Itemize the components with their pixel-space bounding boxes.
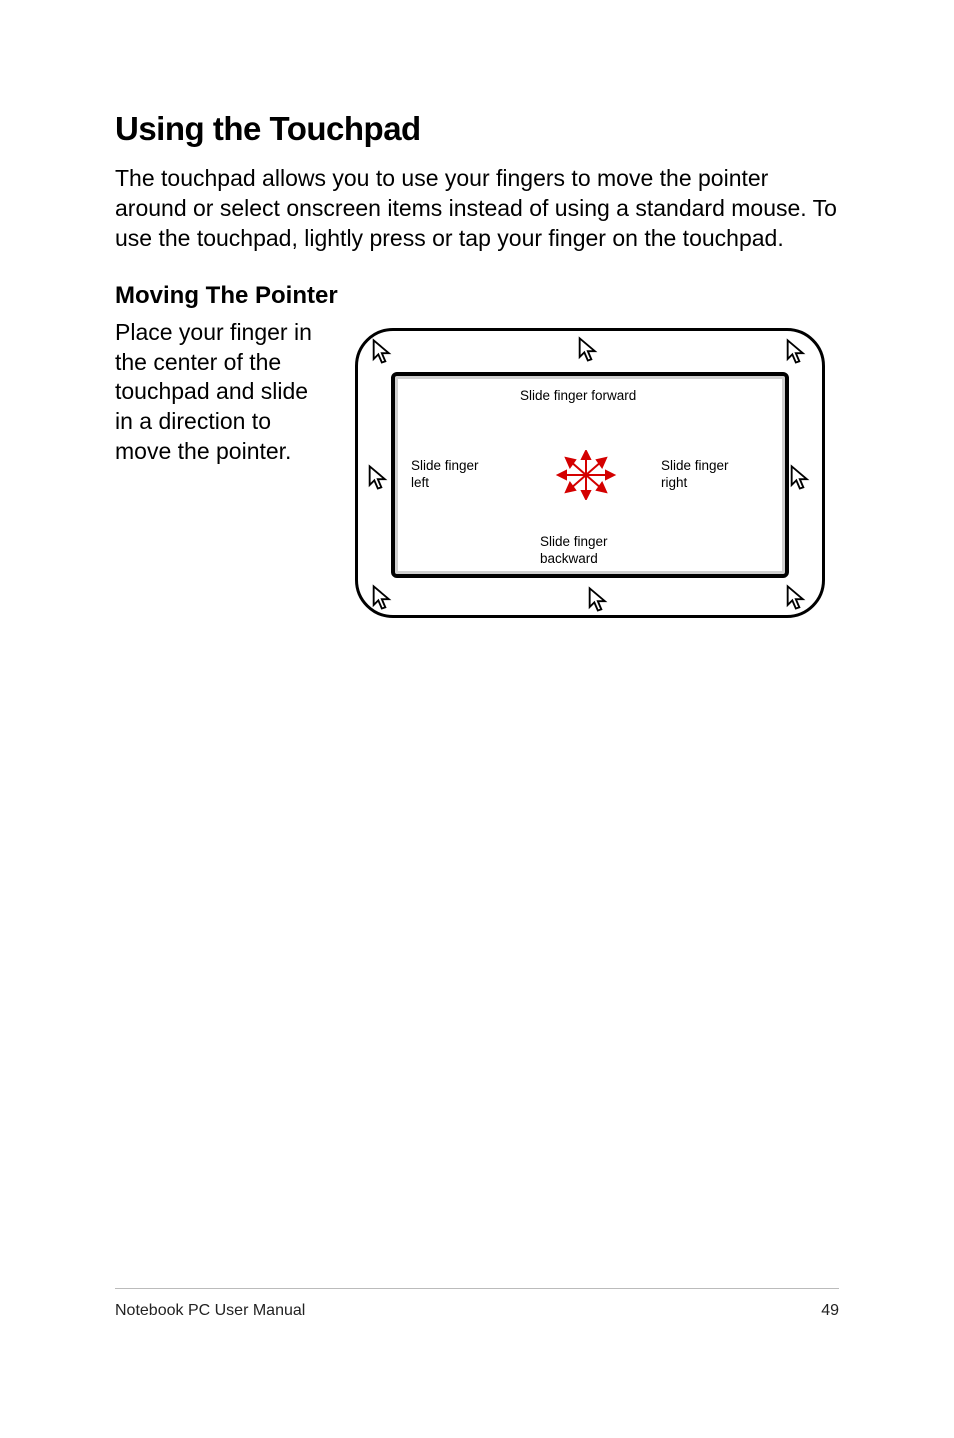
diagram-container: Slide finger forward Slide finger left S… — [345, 318, 839, 628]
cursor-icon-bottom-center — [587, 586, 611, 614]
cursor-icon-top-right — [785, 338, 809, 366]
section-heading: Moving The Pointer — [115, 282, 839, 310]
touchpad-diagram: Slide finger forward Slide finger left S… — [345, 318, 835, 628]
label-right-line1: Slide finger — [661, 458, 729, 475]
footer-title: Notebook PC User Manual — [115, 1302, 305, 1320]
cursor-icon-mid-right — [789, 464, 813, 492]
label-left-line2: left — [411, 475, 429, 492]
section-content-row: Place your finger in the center of the t… — [115, 318, 839, 628]
cursor-icon-mid-left — [367, 464, 391, 492]
cursor-icon-bottom-left — [371, 584, 395, 612]
label-left-line1: Slide finger — [411, 458, 479, 475]
direction-arrows-icon — [555, 450, 617, 500]
intro-paragraph: The touchpad allows you to use your fing… — [115, 164, 839, 254]
cursor-icon-bottom-right — [785, 584, 809, 612]
cursor-icon-top-center — [577, 336, 601, 364]
label-backward-line2: backward — [540, 551, 598, 568]
page-title: Using the Touchpad — [115, 110, 839, 148]
cursor-icon-top-left — [371, 338, 395, 366]
footer-divider — [115, 1288, 839, 1289]
side-paragraph: Place your finger in the center of the t… — [115, 318, 325, 467]
label-backward-line1: Slide finger — [540, 534, 608, 551]
footer-page-number: 49 — [821, 1302, 839, 1320]
document-page: Using the Touchpad The touchpad allows y… — [0, 0, 954, 1438]
label-right-line2: right — [661, 475, 687, 492]
label-forward: Slide finger forward — [520, 388, 636, 405]
